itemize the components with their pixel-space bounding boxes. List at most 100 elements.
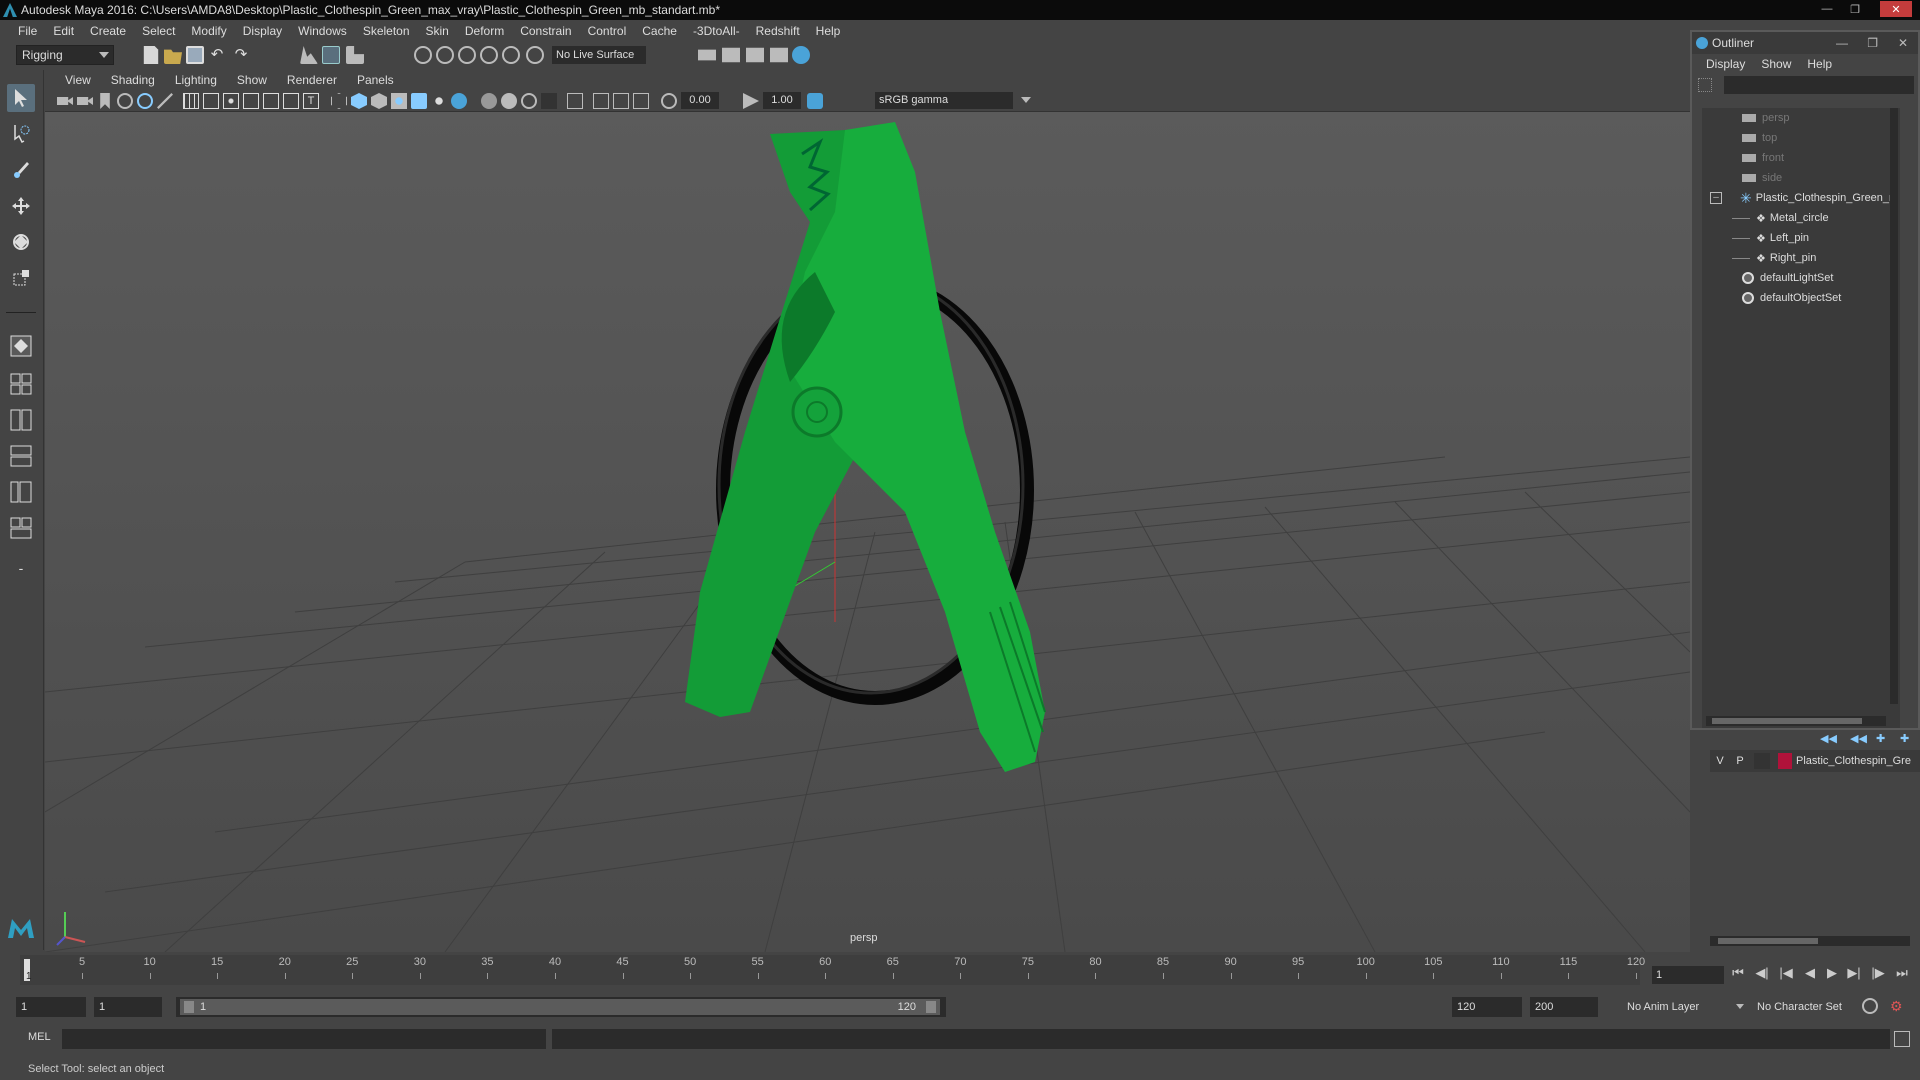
xray-joints-icon[interactable] — [521, 93, 537, 109]
maximize-icon[interactable]: ❐ — [1867, 36, 1878, 50]
menu-constrain[interactable]: Constrain — [512, 24, 579, 38]
xray-icon[interactable] — [501, 93, 517, 109]
snap-point-icon[interactable] — [458, 46, 476, 64]
ipr-render-icon[interactable] — [746, 47, 764, 63]
outliner-menu-display[interactable]: Display — [1698, 57, 1753, 71]
select-hierarchy-icon[interactable] — [300, 46, 318, 64]
scale-tool-button[interactable] — [7, 264, 35, 292]
ambient-occlusion-icon[interactable] — [451, 93, 467, 109]
menu-help[interactable]: Help — [808, 24, 849, 38]
select-tool-button[interactable] — [7, 84, 35, 112]
animation-start-field[interactable]: 1 — [16, 997, 86, 1017]
outliner-item-front[interactable]: front — [1702, 148, 1902, 168]
playback-end-field[interactable]: 120 — [1452, 997, 1522, 1017]
2d-pan-zoom-icon[interactable] — [137, 93, 153, 109]
menu-create[interactable]: Create — [82, 24, 134, 38]
render-region-icon[interactable] — [698, 49, 716, 61]
current-frame-field[interactable] — [1652, 966, 1724, 984]
menu-3dtoall[interactable]: -3DtoAll- — [685, 24, 748, 38]
outliner-item-persp[interactable]: persp — [1702, 108, 1902, 128]
camera-select-icon[interactable] — [57, 97, 73, 105]
panel-menu-renderer[interactable]: Renderer — [277, 73, 347, 87]
time-slider[interactable]: 1 5 10 15 20 25 30 35 40 45 50 55 60 65 70 75 80 85 90 95 1… — [20, 955, 1645, 985]
minimize-icon[interactable]: — — [1814, 1, 1840, 17]
wireframe-icon[interactable] — [331, 93, 347, 109]
outliner-search-input[interactable] — [1724, 76, 1914, 94]
snap-grid-icon[interactable] — [414, 46, 432, 64]
outliner-item-left-pin[interactable]: ❖ Left_pin — [1702, 228, 1902, 248]
save-scene-icon[interactable] — [186, 46, 204, 64]
outliner-horizontal-scrollbar[interactable] — [1706, 716, 1886, 726]
step-back-frame-icon[interactable]: |◀ — [1776, 963, 1796, 983]
field-chart-icon[interactable] — [263, 93, 279, 109]
go-to-end-icon[interactable]: ⏭ — [1892, 963, 1912, 983]
outliner-item-right-pin[interactable]: ❖ Right_pin — [1702, 248, 1902, 268]
menu-select[interactable]: Select — [134, 24, 183, 38]
menu-windows[interactable]: Windows — [290, 24, 355, 38]
custom-layout-button[interactable]: - — [7, 554, 35, 582]
minimize-icon[interactable]: — — [1836, 36, 1848, 50]
scrollbar-thumb[interactable] — [1718, 938, 1818, 944]
outliner-menu-show[interactable]: Show — [1753, 57, 1799, 71]
layer-move-up-icon[interactable]: ◀◀ — [1820, 732, 1837, 745]
render-settings-icon[interactable] — [770, 47, 788, 63]
step-forward-key-icon[interactable]: |▶ — [1868, 963, 1888, 983]
snap-view-plane-icon[interactable] — [480, 46, 498, 64]
auto-key-icon[interactable] — [1862, 998, 1878, 1014]
layer-row[interactable]: V P Plastic_Clothespin_Gre — [1710, 750, 1920, 772]
select-object-icon[interactable] — [322, 46, 340, 64]
graph-layout-button[interactable] — [7, 514, 35, 542]
command-input[interactable] — [62, 1029, 546, 1049]
view-transform-dropdown[interactable]: sRGB gamma — [875, 92, 1031, 109]
menu-skin[interactable]: Skin — [418, 24, 457, 38]
layer-name[interactable]: Plastic_Clothespin_Gre — [1796, 755, 1911, 767]
close-icon[interactable]: ✕ — [1880, 1, 1912, 17]
panel-menu-lighting[interactable]: Lighting — [165, 73, 227, 87]
wireframe-on-shaded-icon[interactable] — [371, 93, 387, 109]
panel-menu-shading[interactable]: Shading — [101, 73, 165, 87]
grid-toggle-icon[interactable] — [183, 93, 199, 109]
new-scene-icon[interactable] — [143, 46, 159, 64]
redo-icon[interactable]: ↷ — [232, 46, 250, 64]
open-scene-icon[interactable] — [164, 49, 182, 64]
rotate-tool-button[interactable] — [7, 228, 35, 256]
menu-set-dropdown[interactable]: Rigging — [16, 45, 114, 65]
panel-menu-panels[interactable]: Panels — [347, 73, 404, 87]
safe-action-icon[interactable] — [283, 93, 299, 109]
maximize-icon[interactable]: ❐ — [1842, 1, 1868, 17]
layer-display-type[interactable] — [1754, 753, 1770, 769]
panel-menu-show[interactable]: Show — [227, 73, 277, 87]
menu-display[interactable]: Display — [235, 24, 290, 38]
animation-end-field[interactable]: 200 — [1530, 997, 1598, 1017]
hypershade-icon[interactable] — [792, 46, 810, 64]
bookmark-icon[interactable] — [100, 93, 110, 109]
camera-attributes-icon[interactable] — [77, 97, 93, 105]
range-start-handle[interactable] — [184, 1001, 194, 1013]
new-layer-icon[interactable]: ✚ — [1876, 732, 1885, 745]
exposure-icon[interactable] — [661, 93, 677, 109]
panel-menu-view[interactable]: View — [55, 73, 101, 87]
outliner-item-top[interactable]: top — [1702, 128, 1902, 148]
filter-icon[interactable] — [1698, 78, 1712, 92]
step-forward-frame-icon[interactable]: ▶| — [1844, 963, 1864, 983]
paint-select-tool-button[interactable] — [7, 156, 35, 184]
layer-horizontal-scrollbar[interactable] — [1710, 936, 1910, 946]
menu-edit[interactable]: Edit — [45, 24, 82, 38]
outliner-item-default-object-set[interactable]: defaultObjectSet — [1702, 288, 1902, 308]
hud-icon[interactable] — [567, 93, 583, 109]
motion-blur-icon[interactable] — [613, 93, 629, 109]
layer-visibility-toggle[interactable]: V — [1710, 755, 1730, 767]
outliner-item-side[interactable]: side — [1702, 168, 1902, 188]
gamma-icon[interactable] — [743, 93, 759, 109]
play-backwards-icon[interactable]: ◀ — [1800, 963, 1820, 983]
render-frame-icon[interactable] — [722, 47, 740, 63]
exposure-field[interactable]: 0.00 — [681, 92, 719, 109]
scrollbar-thumb[interactable] — [1712, 718, 1862, 724]
perspective-viewport[interactable]: persp — [45, 112, 1690, 952]
shadows-icon[interactable] — [431, 93, 447, 109]
move-tool-button[interactable] — [7, 192, 35, 220]
side-by-side-layout-button[interactable] — [7, 406, 35, 434]
xray-components-icon[interactable] — [541, 93, 557, 109]
new-layer-selected-icon[interactable]: ✚ — [1900, 732, 1909, 745]
use-all-lights-icon[interactable] — [411, 93, 427, 109]
